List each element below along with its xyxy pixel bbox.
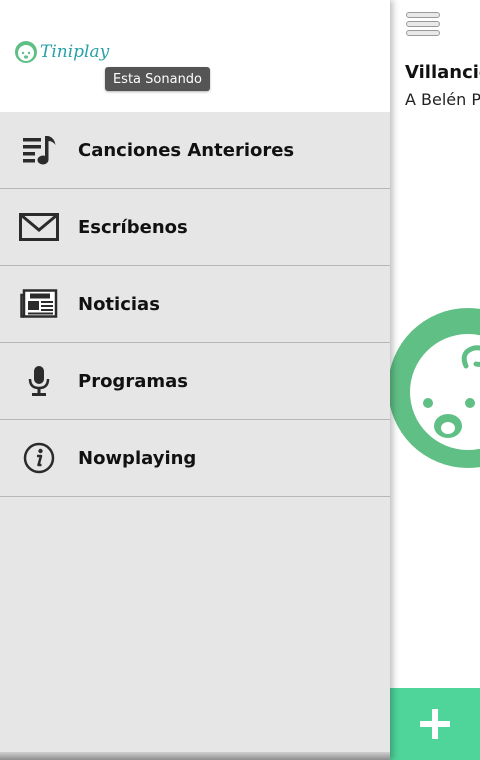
drawer-header: Tiniplay Esta Sonando <box>0 0 390 112</box>
logo-text: Tiniplay <box>40 42 110 62</box>
menu-item-escribenos[interactable]: Escríbenos <box>0 189 390 266</box>
menu-item-label: Nowplaying <box>78 447 197 469</box>
menu-item-canciones-anteriores[interactable]: Canciones Anteriores <box>0 112 390 189</box>
hamburger-menu-icon[interactable] <box>406 12 440 42</box>
menu-item-label: Programas <box>78 370 188 392</box>
microphone-icon <box>0 343 78 420</box>
envelope-icon <box>0 189 78 266</box>
main-panel: Villancic A Belén Pa <box>390 0 480 760</box>
now-playing-button[interactable]: Esta Sonando <box>105 67 210 91</box>
song-artist: A Belén Pa <box>405 90 480 109</box>
song-title: Villancic <box>405 62 480 83</box>
menu-item-noticias[interactable]: Noticias <box>0 266 390 343</box>
newspaper-icon <box>0 266 78 343</box>
baby-face-logo-icon <box>15 41 37 63</box>
add-button[interactable] <box>390 688 480 760</box>
menu-item-nowplaying[interactable]: Nowplaying <box>0 420 390 497</box>
plus-icon <box>420 709 450 739</box>
menu-item-label: Escríbenos <box>78 216 188 238</box>
baby-face-cover-art <box>390 308 480 468</box>
bottom-bar <box>0 752 390 760</box>
menu-item-programas[interactable]: Programas <box>0 343 390 420</box>
menu-item-label: Noticias <box>78 293 160 315</box>
info-icon <box>0 420 78 497</box>
logo: Tiniplay <box>14 40 109 64</box>
navigation-drawer: Tiniplay Esta Sonando Canciones Anterior… <box>0 0 390 760</box>
menu-item-label: Canciones Anteriores <box>78 139 295 161</box>
playlist-music-icon <box>0 112 78 189</box>
